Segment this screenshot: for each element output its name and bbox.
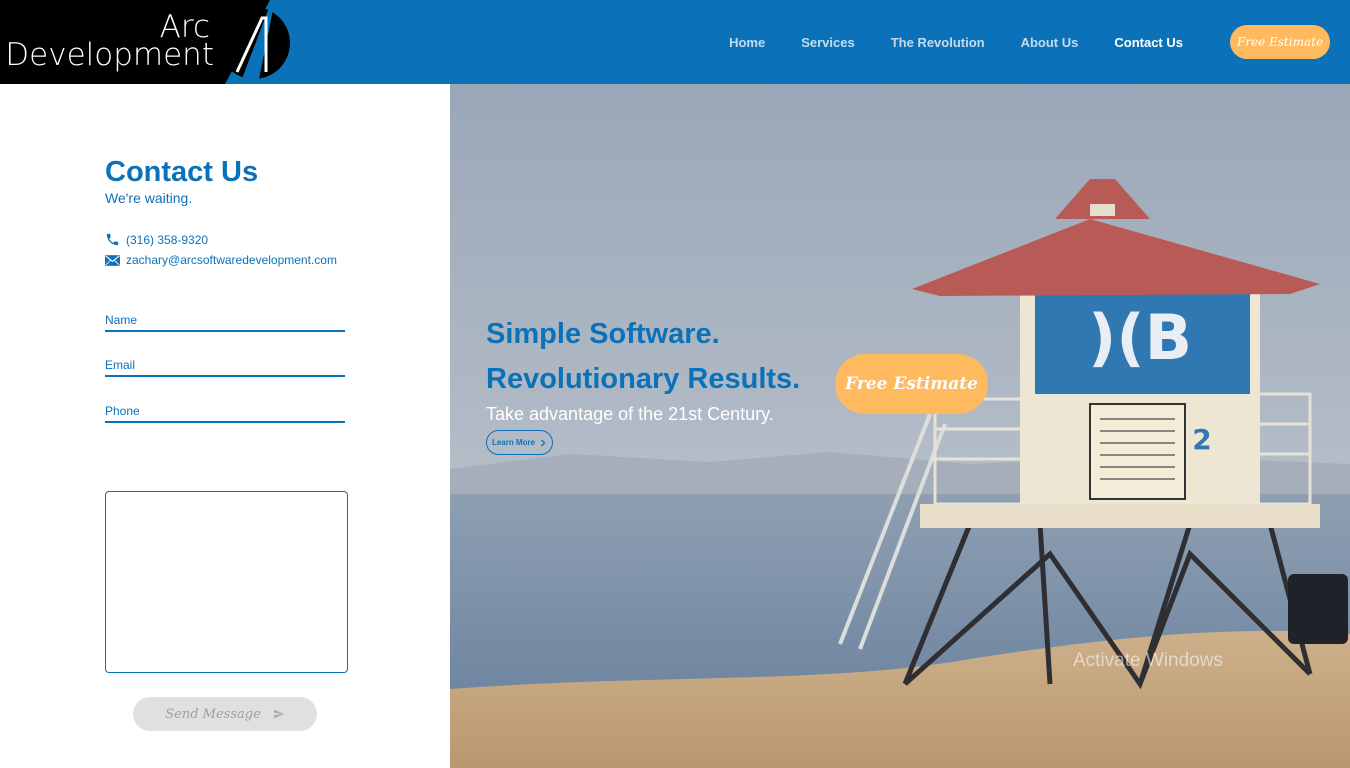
svg-text:)(B: )(B — [1088, 301, 1192, 374]
page-title: Contact Us — [105, 156, 259, 188]
email-input[interactable] — [105, 351, 345, 375]
name-field — [105, 306, 345, 332]
activate-windows-watermark: Activate Windows — [1073, 650, 1223, 671]
nav-home[interactable]: Home — [729, 35, 765, 50]
nav-contact-us[interactable]: Contact Us — [1114, 35, 1183, 50]
learn-more-button[interactable]: Learn More — [486, 430, 553, 455]
phone-icon — [106, 233, 119, 246]
phone-number[interactable]: (316) 358-9320 — [126, 233, 208, 247]
email-field — [105, 351, 345, 377]
nav-the-revolution[interactable]: The Revolution — [891, 35, 985, 50]
hero-subtext: Take advantage of the 21st Century. — [486, 404, 774, 424]
send-icon — [273, 709, 285, 719]
app-header: Arc Development Home Services The Revolu… — [0, 0, 1350, 84]
hero-section: )(B 2 Simple Software. Revolutionary Res… — [450, 84, 1350, 768]
name-input[interactable] — [105, 306, 345, 330]
email-address[interactable]: zachary@arcsoftwaredevelopment.com — [126, 253, 337, 267]
logo-text-development: Development — [5, 37, 214, 73]
phone-line: (316) 358-9320 — [105, 232, 208, 247]
send-message-label: Send Message — [165, 706, 261, 722]
main-nav: Home Services The Revolution About Us Co… — [729, 0, 1350, 84]
page-subtitle: We're waiting. — [105, 190, 193, 206]
hero-free-estimate-button[interactable]: Free Estimate — [835, 354, 988, 414]
send-message-button[interactable]: Send Message — [133, 697, 317, 731]
hero-headline-line1: Simple Software. — [486, 318, 720, 350]
phone-input[interactable] — [105, 397, 345, 421]
contact-panel: Contact Us We're waiting. (316) 358-9320… — [0, 84, 450, 768]
hero-headline-line2: Revolutionary Results. — [486, 363, 801, 395]
phone-field — [105, 397, 345, 423]
logo[interactable]: Arc Development — [0, 0, 290, 84]
message-textarea[interactable] — [105, 491, 348, 673]
svg-text:2: 2 — [1192, 423, 1211, 456]
header-free-estimate-button[interactable]: Free Estimate — [1230, 25, 1330, 59]
learn-more-label: Learn More — [491, 438, 536, 447]
envelope-icon — [105, 254, 120, 266]
email-line: zachary@arcsoftwaredevelopment.com — [105, 253, 337, 267]
chevron-right-icon — [541, 438, 546, 447]
nav-about-us[interactable]: About Us — [1021, 35, 1079, 50]
nav-services[interactable]: Services — [801, 35, 855, 50]
